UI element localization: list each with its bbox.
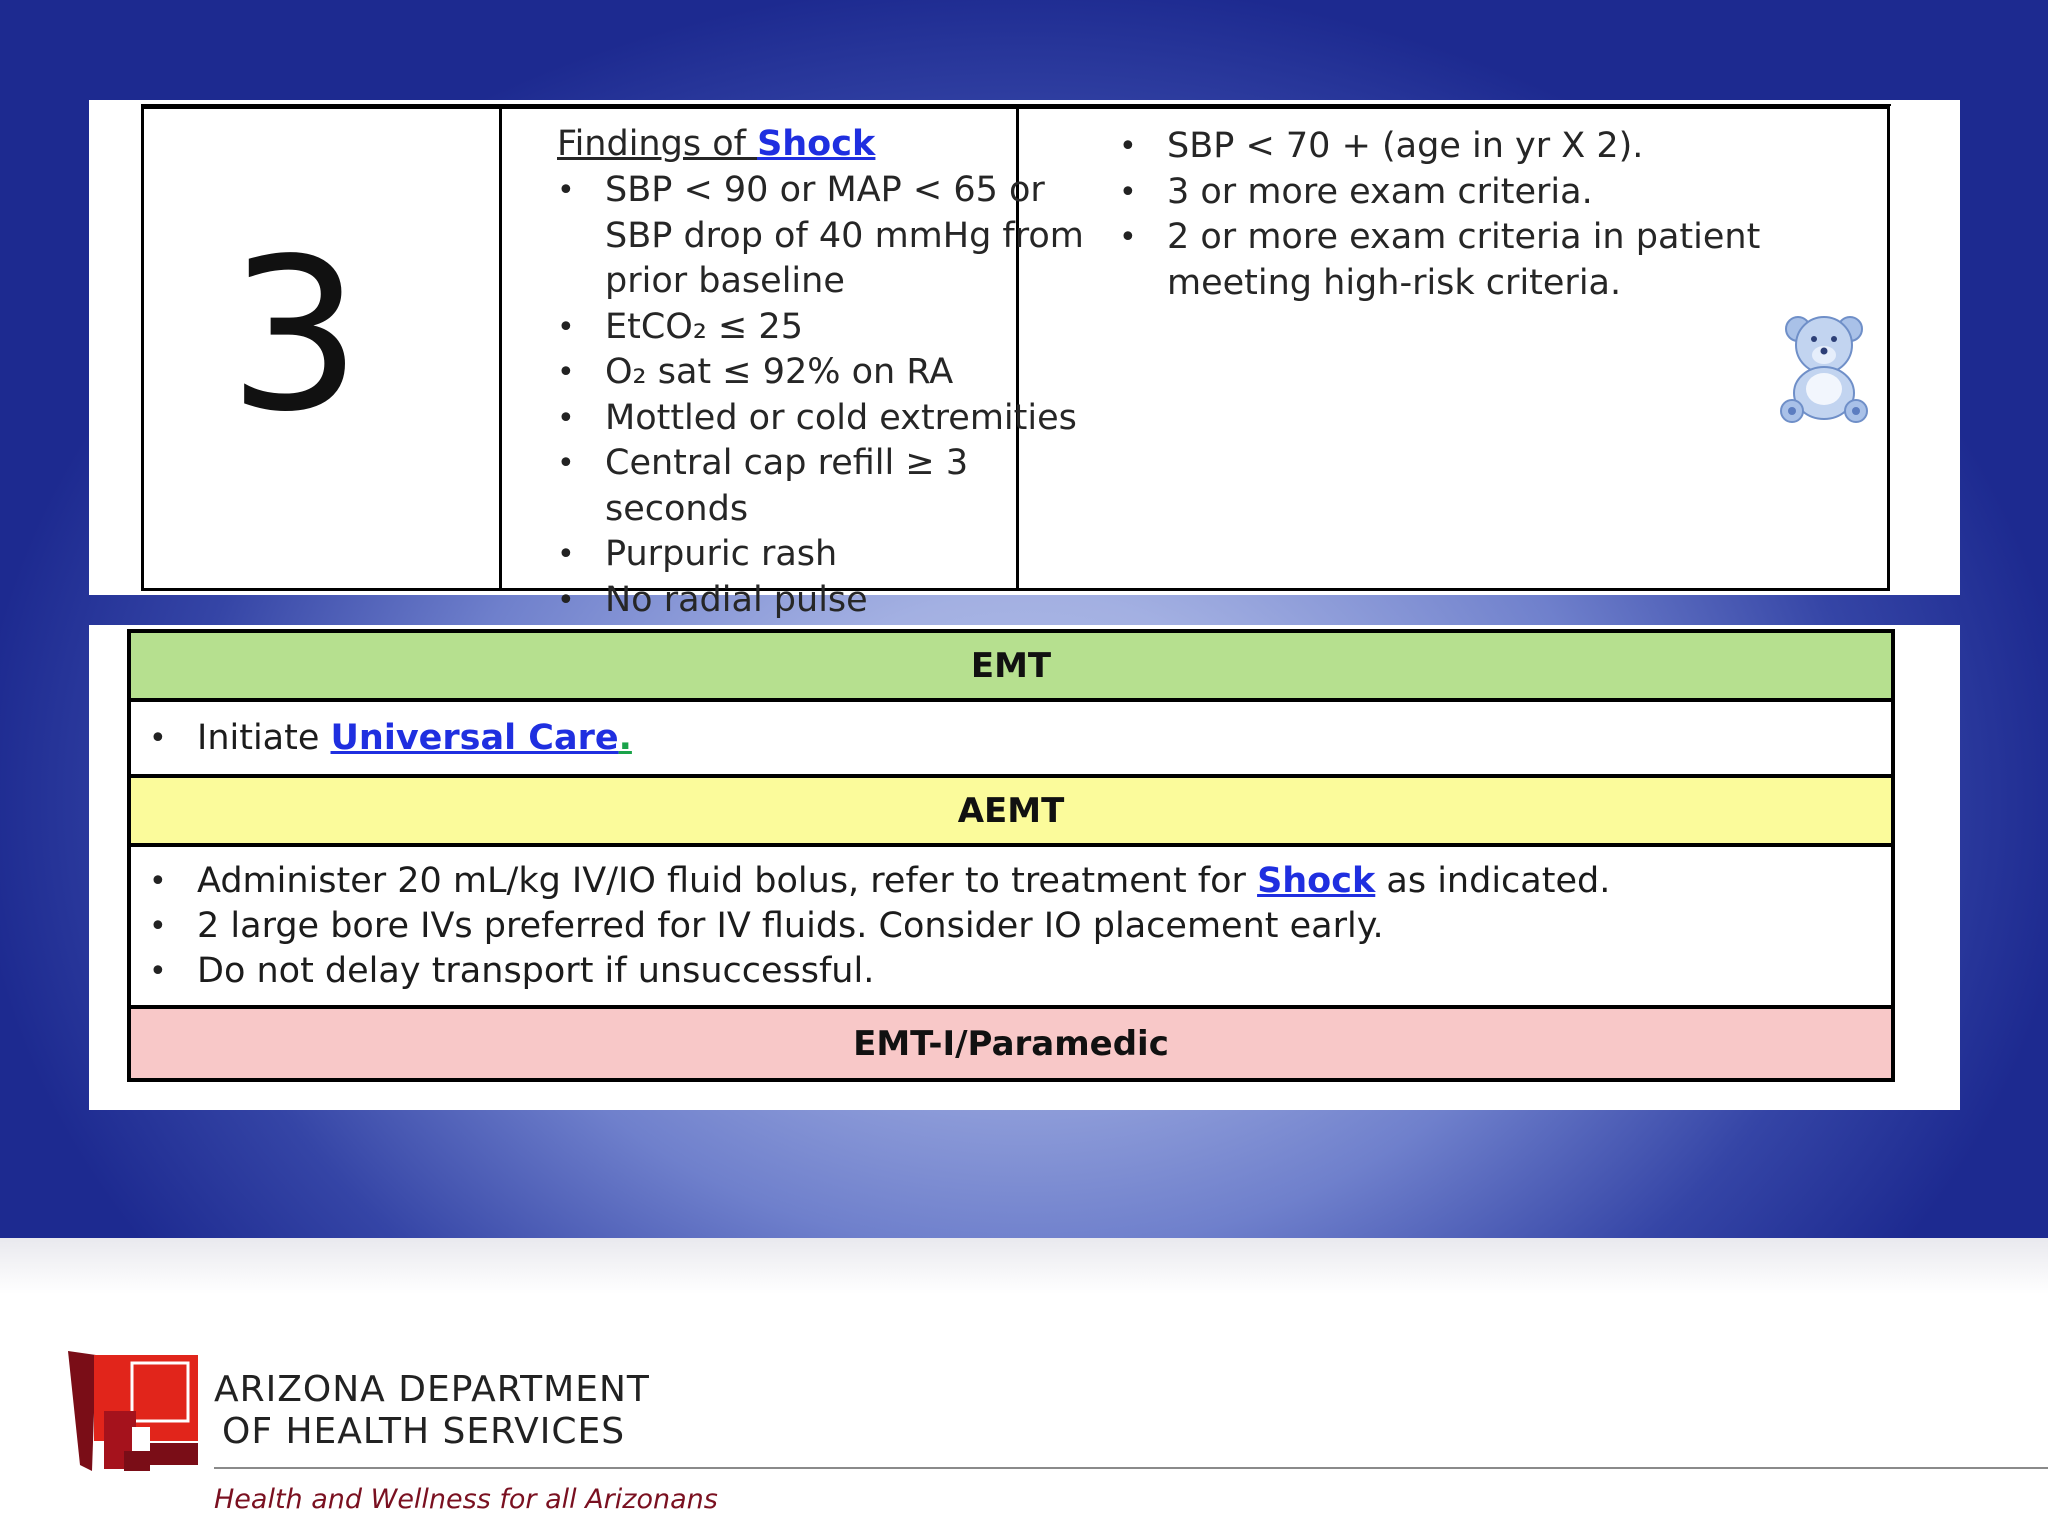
footer-divider bbox=[214, 1467, 2048, 1469]
table-border-left bbox=[141, 106, 144, 591]
aemt-item: Administer 20 mL/kg IV/IO fluid bolus, r… bbox=[131, 859, 1610, 904]
finding-item: No radial pulse bbox=[557, 578, 1107, 624]
aemt-header: AEMT bbox=[131, 778, 1891, 847]
findings-heading: Findings of Shock bbox=[557, 124, 1107, 164]
table-divider-1 bbox=[499, 106, 502, 591]
shock-link[interactable]: Shock bbox=[757, 124, 875, 164]
severity-level-panel: 3 Findings of Shock SBP < 90 or MAP < 65… bbox=[89, 100, 1960, 623]
slide-divider-band bbox=[0, 1238, 2048, 1294]
finding-item: Mottled or cold extremities bbox=[557, 396, 1107, 442]
table-border-top bbox=[141, 106, 1890, 109]
aemt-list: Administer 20 mL/kg IV/IO fluid bolus, r… bbox=[131, 859, 1610, 994]
findings-list: SBP < 90 or MAP < 65 or SBP drop of 40 m… bbox=[557, 168, 1107, 623]
emt-item: Initiate Universal Care. bbox=[131, 716, 632, 761]
emt-list: Initiate Universal Care. bbox=[131, 716, 632, 761]
criteria-cell: SBP < 70 + (age in yr X 2). 3 or more ex… bbox=[1119, 124, 1909, 306]
emt-item-prefix: Initiate bbox=[197, 718, 331, 758]
finding-item: SBP < 90 or MAP < 65 or SBP drop of 40 m… bbox=[557, 168, 1107, 305]
org-name-line2: OF HEALTH SERVICES bbox=[222, 1411, 626, 1452]
finding-item: EtCO₂ ≤ 25 bbox=[557, 305, 1107, 351]
provider-treatment-panel: EMT Initiate Universal Care. AEMT Admini… bbox=[89, 625, 1960, 1110]
finding-item: Purpuric rash bbox=[557, 532, 1107, 578]
severity-level-number: 3 bbox=[228, 213, 362, 458]
tagline: Health and Wellness for all Arizonans bbox=[214, 1484, 718, 1515]
finding-item: Central cap refill ≥ 3 seconds bbox=[557, 441, 1107, 532]
criteria-item: SBP < 70 + (age in yr X 2). bbox=[1119, 124, 1909, 170]
aemt-item-prefix: Administer 20 mL/kg IV/IO fluid bolus, r… bbox=[197, 861, 1258, 901]
criteria-item: 2 or more exam criteria in patient meeti… bbox=[1119, 215, 1909, 306]
aemt-item-suffix: as indicated. bbox=[1375, 861, 1611, 901]
teddy-bear-icon bbox=[1780, 316, 1868, 423]
criteria-list: SBP < 70 + (age in yr X 2). 3 or more ex… bbox=[1119, 124, 1909, 306]
emt-section: Initiate Universal Care. bbox=[131, 702, 1891, 778]
paramedic-header: EMT-I/Paramedic bbox=[131, 1009, 1891, 1078]
finding-item: O₂ sat ≤ 92% on RA bbox=[557, 350, 1107, 396]
provider-treatment-table: EMT Initiate Universal Care. AEMT Admini… bbox=[127, 629, 1895, 1082]
emt-item-suffix: . bbox=[618, 718, 632, 758]
shock-treatment-link[interactable]: Shock bbox=[1257, 861, 1375, 901]
criteria-item: 3 or more exam criteria. bbox=[1119, 170, 1909, 216]
emt-header: EMT bbox=[131, 633, 1891, 702]
org-name: ARIZONA DEPARTMENT OF HEALTH SERVICES bbox=[214, 1369, 650, 1453]
aemt-item: 2 large bore IVs preferred for IV fluids… bbox=[131, 904, 1610, 949]
org-name-line1: ARIZONA DEPARTMENT bbox=[214, 1369, 650, 1410]
severity-level-table: 3 Findings of Shock SBP < 90 or MAP < 65… bbox=[141, 104, 1891, 623]
aemt-item: Do not delay transport if unsuccessful. bbox=[131, 949, 1610, 994]
findings-heading-prefix: Findings of bbox=[557, 124, 758, 164]
universal-care-link[interactable]: Universal Care bbox=[331, 718, 619, 758]
findings-cell: Findings of Shock SBP < 90 or MAP < 65 o… bbox=[557, 124, 1107, 623]
adhs-logo bbox=[68, 1351, 198, 1471]
aemt-section: Administer 20 mL/kg IV/IO fluid bolus, r… bbox=[131, 847, 1891, 1009]
